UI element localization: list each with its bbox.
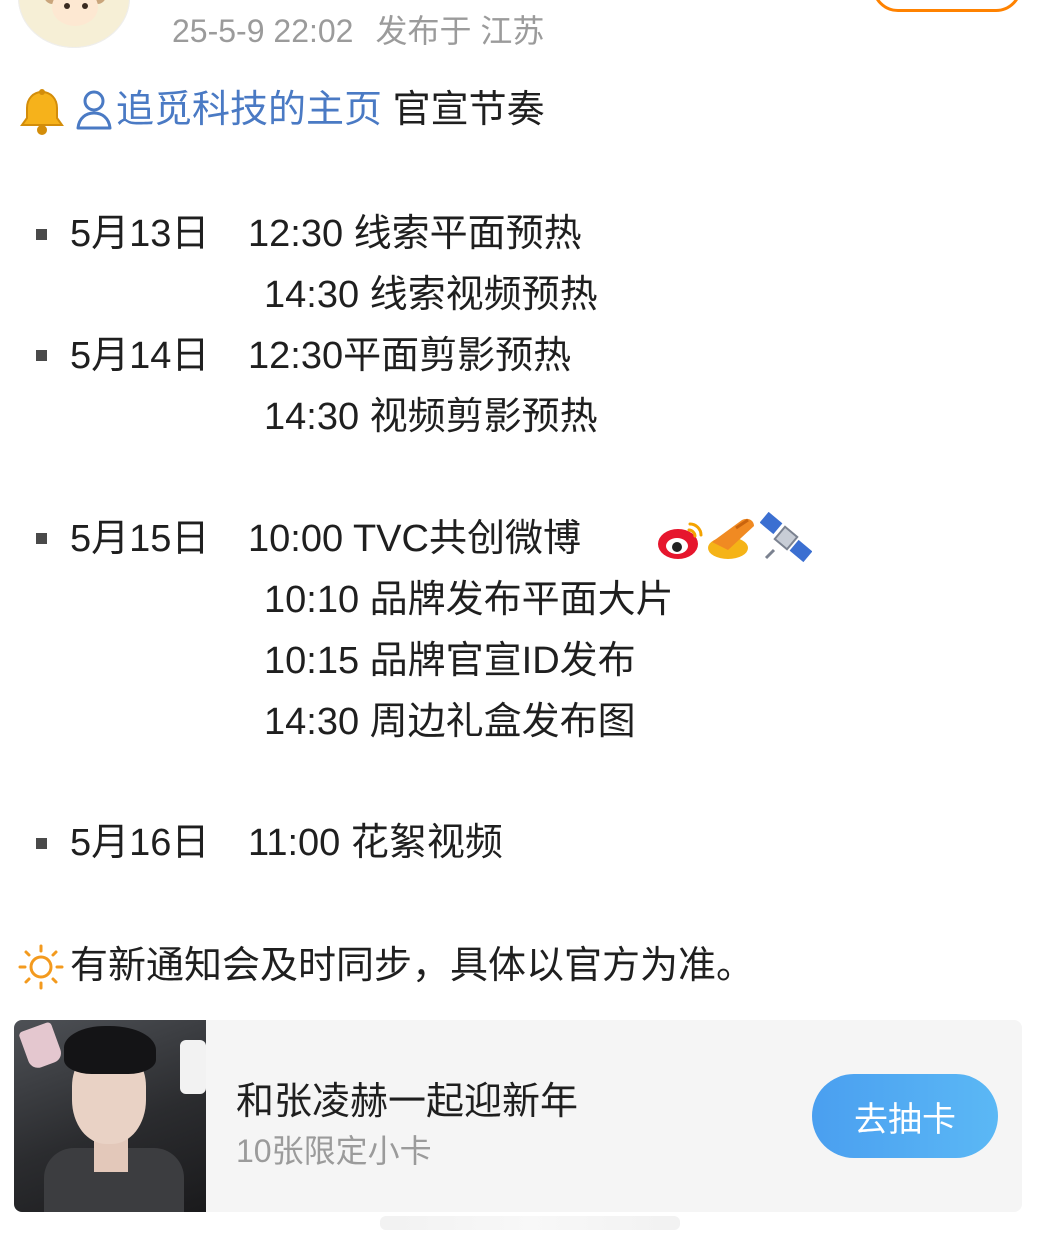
- draw-card-button[interactable]: 去抽卡: [812, 1074, 998, 1158]
- promo-card-title: 和张凌赫一起迎新年: [236, 1081, 579, 1123]
- avatar-eye: [82, 3, 88, 9]
- avatar-eye: [64, 3, 70, 9]
- bullet-icon: [36, 350, 47, 361]
- schedule-entry: 10:00 TVC共创微博: [248, 518, 581, 560]
- user-icon: [76, 90, 112, 130]
- promo-card-image: [14, 1020, 206, 1212]
- schedule-entry: 12:30 线索平面预热: [248, 213, 582, 255]
- schedule-entry: 14:30 视频剪影预热: [264, 396, 598, 438]
- schedule-date: 5月14日: [70, 335, 210, 377]
- post-time: 25-5-9 22:02: [172, 13, 354, 49]
- bell-icon: [20, 89, 64, 135]
- schedule-entry: 12:30平面剪影预热: [248, 335, 572, 377]
- post-location: 发布于 江苏: [375, 13, 545, 49]
- follow-button[interactable]: [872, 0, 1022, 12]
- schedule-date: 5月15日: [70, 518, 210, 560]
- avatar[interactable]: [18, 0, 130, 48]
- rocket-icon: [708, 518, 754, 559]
- promo-card[interactable]: 和张凌赫一起迎新年 10张限定小卡 去抽卡: [14, 1020, 1022, 1212]
- cup-shape: [18, 1021, 64, 1071]
- avatar-face: [52, 0, 98, 26]
- headline: 追觅科技的主页 官宣节奏: [116, 88, 545, 132]
- schedule-entry: 11:00 花絮视频: [248, 822, 503, 864]
- headline-suffix: 官宣节奏: [382, 89, 545, 131]
- notice-text: 有新通知会及时同步，具体以官方为准。: [70, 945, 755, 987]
- faded-footer: [380, 1216, 680, 1230]
- schedule-entry: 14:30 线索视频预热: [264, 274, 598, 316]
- schedule-entry: 10:15 品牌官宣ID发布: [264, 640, 636, 682]
- schedule-date: 5月13日: [70, 213, 210, 255]
- bullet-icon: [36, 838, 47, 849]
- weibo-icon: [658, 522, 703, 559]
- sun-icon: [18, 944, 64, 990]
- mention-link[interactable]: 追觅科技的主页: [116, 89, 382, 131]
- hair-shape: [64, 1026, 156, 1074]
- satellite-icon: [760, 512, 812, 563]
- cup-shape: [180, 1040, 206, 1094]
- schedule-entry: 10:10 品牌发布平面大片: [264, 579, 674, 621]
- post-meta: 25-5-9 22:02 发布于 江苏: [172, 6, 544, 52]
- schedule-entry: 14:30 周边礼盒发布图: [264, 701, 636, 743]
- bullet-icon: [36, 533, 47, 544]
- schedule-date: 5月16日: [70, 822, 210, 864]
- promo-card-subtitle: 10张限定小卡: [236, 1133, 432, 1169]
- bullet-icon: [36, 229, 47, 240]
